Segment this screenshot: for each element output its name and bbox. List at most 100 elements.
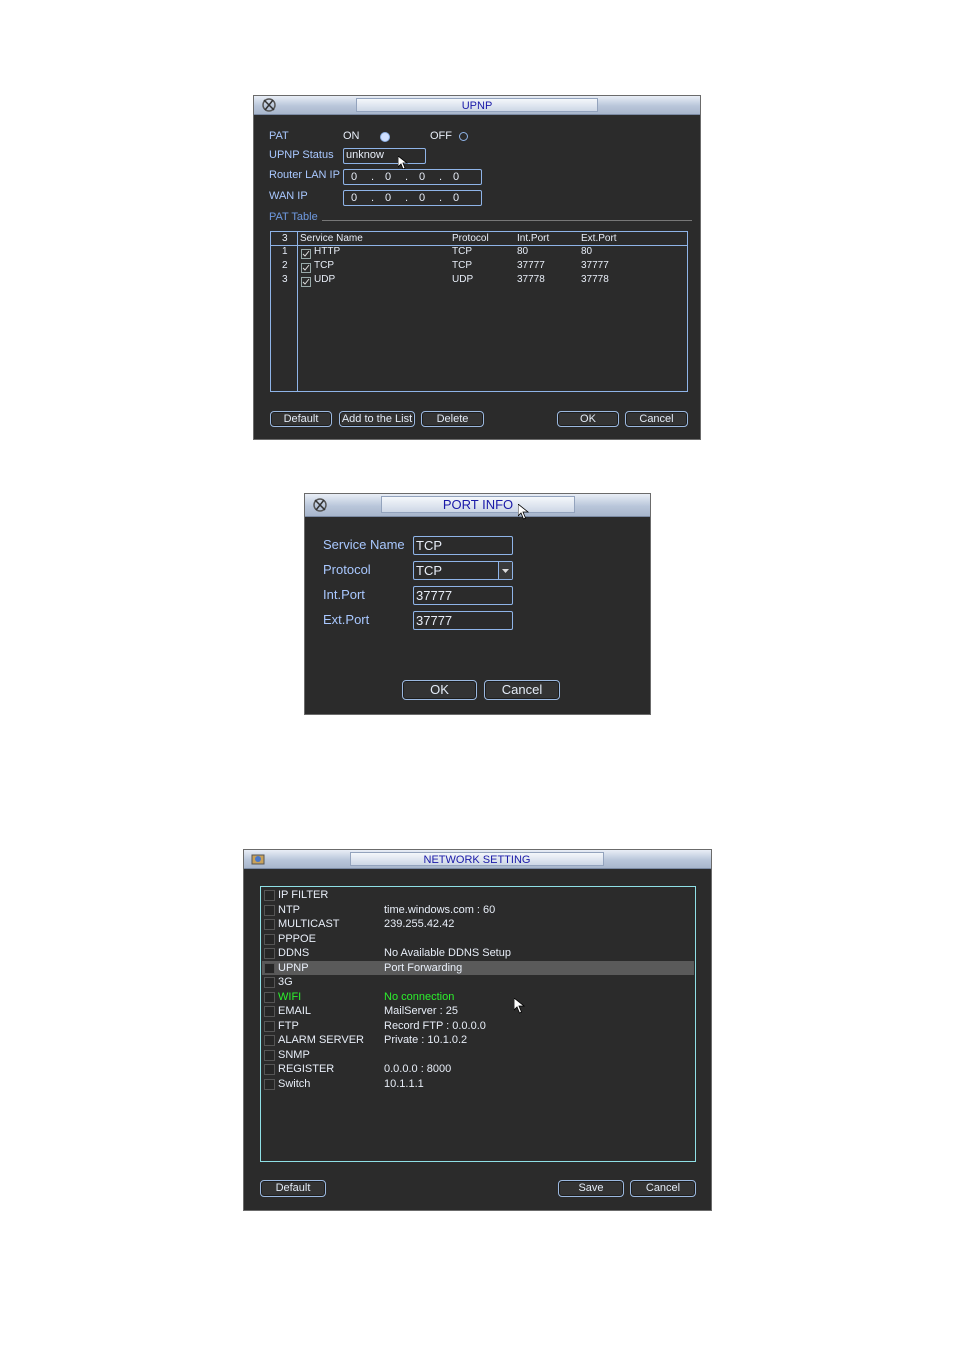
app-logo-icon (251, 854, 265, 865)
item-checkbox[interactable] (264, 991, 275, 1003)
int-port-label: Int.Port (323, 587, 365, 602)
list-item-email[interactable]: EMAIL MailServer : 25 (262, 1004, 694, 1019)
item-name: PPPOE (278, 932, 316, 945)
row-ext-port: 80 (581, 246, 593, 257)
item-checkbox[interactable] (264, 1049, 275, 1061)
router-ip-field[interactable]: 0 . 0 . 0 . 0 (343, 169, 482, 185)
ok-button[interactable]: OK (402, 680, 477, 700)
list-item-ddns[interactable]: DDNS No Available DDNS Setup (262, 946, 694, 961)
ip-separator: . (439, 171, 443, 183)
item-checkbox[interactable] (264, 1078, 275, 1090)
item-checkbox[interactable] (264, 948, 275, 959)
chevron-down-icon[interactable] (498, 562, 512, 579)
mouse-cursor-icon (514, 998, 525, 1014)
save-button[interactable]: Save (558, 1180, 624, 1197)
pat-on-radio[interactable] (380, 132, 390, 142)
table-row[interactable]: 3 UDP UDP 37778 37778 (271, 274, 687, 288)
list-item-multicast[interactable]: MULTICAST 239.255.42.42 (262, 917, 694, 932)
list-item-ip-filter[interactable]: IP FILTER (262, 888, 694, 903)
row-int-port: 80 (517, 246, 529, 257)
item-name: ALARM SERVER (278, 1034, 364, 1046)
item-name: 3G (278, 976, 293, 988)
item-checkbox[interactable] (264, 1006, 275, 1017)
row-checkbox[interactable] (301, 263, 311, 273)
row-protocol: UDP (452, 274, 474, 285)
check-icon (302, 250, 310, 257)
cancel-button[interactable]: Cancel (630, 1180, 696, 1197)
item-name: UPNP (278, 961, 309, 974)
item-checkbox[interactable] (264, 933, 275, 945)
network-titlebar[interactable]: NETWORK SETTING (244, 850, 711, 869)
row-checkbox[interactable] (301, 249, 311, 259)
ok-button[interactable]: OK (557, 411, 619, 427)
wan-ip-octet-4: 0 (453, 192, 460, 204)
pat-table-header: 3 Service Name Protocol Int.Port Ext.Por… (271, 233, 687, 247)
default-button[interactable]: Default (270, 411, 332, 427)
cancel-button[interactable]: Cancel (625, 411, 688, 427)
item-checkbox[interactable] (264, 1064, 275, 1075)
item-checkbox[interactable] (264, 904, 275, 916)
item-checkbox[interactable] (264, 1035, 275, 1046)
router-ip-label: Router LAN IP (269, 169, 340, 181)
list-item-snmp[interactable]: SNMP (262, 1048, 694, 1063)
item-name: DDNS (278, 947, 310, 959)
table-row[interactable]: 2 TCP TCP 37777 37777 (271, 260, 687, 274)
list-item-ntp[interactable]: NTP time.windows.com : 60 (262, 903, 694, 918)
mouse-cursor-icon (398, 156, 408, 170)
row-int-port: 37777 (517, 260, 545, 271)
row-index: 3 (282, 274, 288, 285)
port-info-title: PORT INFO (381, 496, 575, 513)
header-ext-port: Ext.Port (581, 233, 617, 244)
ext-port-input[interactable]: 37777 (413, 611, 513, 630)
row-index: 2 (282, 260, 288, 271)
protocol-label: Protocol (323, 562, 371, 577)
item-checkbox[interactable] (264, 977, 275, 988)
cancel-button[interactable]: Cancel (484, 680, 560, 700)
row-checkbox[interactable] (301, 277, 311, 287)
app-logo-icon (313, 498, 327, 512)
app-logo-icon (262, 98, 276, 112)
ip-separator: . (371, 171, 375, 183)
service-name-input[interactable]: TCP (413, 536, 513, 555)
list-item-pppoe[interactable]: PPPOE (262, 932, 694, 947)
row-service-name: UDP (314, 274, 336, 285)
item-value: Private : 10.1.0.2 (384, 1034, 468, 1046)
ip-separator: . (371, 192, 375, 204)
check-icon (302, 278, 310, 285)
item-checkbox[interactable] (264, 890, 275, 901)
item-value: No Available DDNS Setup (384, 947, 511, 959)
list-item-switch[interactable]: Switch 10.1.1.1 (262, 1077, 694, 1092)
int-port-input[interactable]: 37777 (413, 586, 513, 605)
item-checkbox[interactable] (264, 1020, 275, 1032)
protocol-select[interactable]: TCP (413, 561, 513, 580)
default-button[interactable]: Default (260, 1180, 326, 1197)
check-icon (302, 264, 310, 271)
item-checkbox[interactable] (264, 919, 275, 930)
pat-off-radio[interactable] (459, 132, 468, 141)
network-item-list: IP FILTER NTP time.windows.com : 60 MULT… (260, 886, 696, 1162)
list-item-upnp[interactable]: UPNP Port Forwarding (262, 960, 694, 975)
wan-ip-field[interactable]: 0 . 0 . 0 . 0 (343, 190, 482, 206)
pat-label: PAT (269, 130, 289, 142)
table-row[interactable]: 1 HTTP TCP 80 80 (271, 246, 687, 260)
list-item-register[interactable]: REGISTER 0.0.0.0 : 8000 (262, 1062, 694, 1077)
network-setting-dialog: NETWORK SETTING IP FILTER NTP time.windo… (243, 849, 712, 1211)
pat-on-label: ON (343, 130, 360, 142)
row-ext-port: 37777 (581, 260, 609, 271)
upnp-titlebar[interactable]: UPNP (254, 96, 700, 115)
upnp-status-field: unknow (343, 148, 426, 164)
item-checkbox[interactable] (264, 962, 275, 974)
router-ip-octet-1: 0 (351, 171, 358, 183)
list-item-alarm-server[interactable]: ALARM SERVER Private : 10.1.0.2 (262, 1033, 694, 1048)
port-info-titlebar[interactable]: PORT INFO (305, 494, 650, 520)
router-ip-octet-4: 0 (453, 171, 460, 183)
ip-separator: . (439, 192, 443, 204)
add-to-list-button[interactable]: Add to the List (339, 411, 415, 427)
port-info-dialog: PORT INFO Service Name TCP Protocol TCP … (304, 493, 651, 715)
row-protocol: TCP (452, 260, 472, 271)
list-item-wifi[interactable]: WIFI No connection (262, 990, 694, 1005)
list-item-3g[interactable]: 3G (262, 975, 694, 990)
list-item-ftp[interactable]: FTP Record FTP : 0.0.0.0 (262, 1019, 694, 1034)
item-name: Switch (278, 1077, 311, 1090)
delete-button[interactable]: Delete (421, 411, 484, 427)
